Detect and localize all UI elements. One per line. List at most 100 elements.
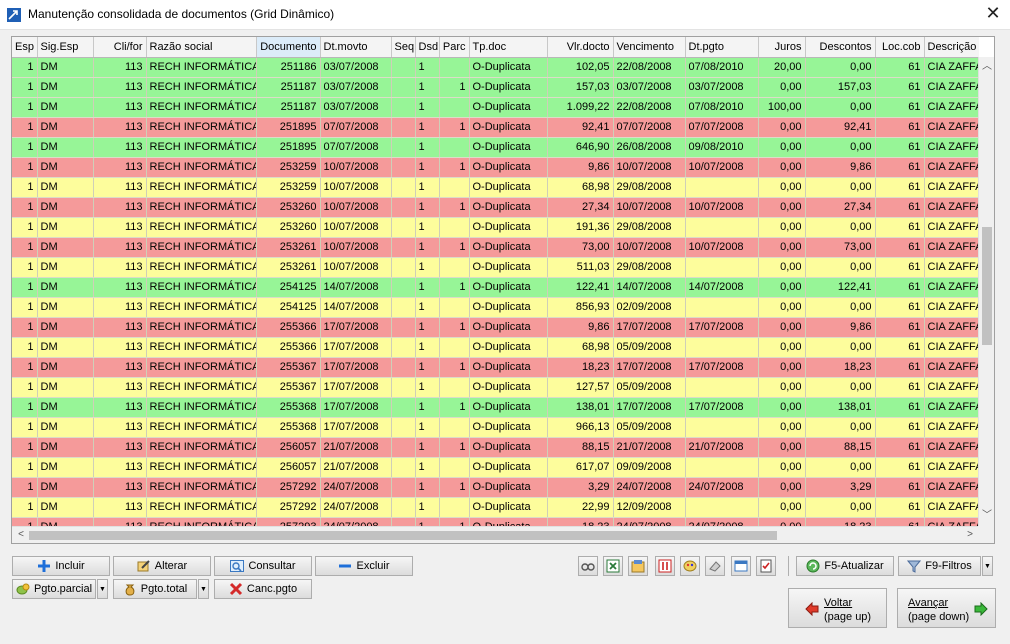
table-cell: 03/07/2008	[320, 97, 392, 118]
table-row[interactable]: 1 DM 113 RECH INFORMÁTICA 255367 17/07/2008 1 1…	[12, 357, 979, 378]
column-header-dsd[interactable]: Dsd	[415, 37, 440, 58]
table-cell: DM	[37, 217, 94, 238]
table-cell: 9,86	[547, 157, 614, 178]
checklist-button[interactable]	[756, 556, 776, 576]
scroll-down-icon[interactable]: ﹀	[979, 508, 994, 524]
table-cell: 0,00	[758, 117, 806, 138]
table-row[interactable]: 1 DM 113 RECH INFORMÁTICA 255366 17/07/2008 1 O…	[12, 337, 979, 358]
table-cell: CIA ZAFFA	[924, 497, 979, 518]
voltar-button[interactable]: Voltar (page up)	[788, 588, 887, 628]
clear-button[interactable]	[705, 556, 725, 576]
table-cell: CIA ZAFFA	[924, 517, 979, 526]
column-header-tp-doc[interactable]: Tp.doc	[469, 37, 548, 58]
table-cell: 17/07/2008	[320, 417, 392, 438]
table-row[interactable]: 1 DM 113 RECH INFORMÁTICA 253259 10/07/2008 1 1…	[12, 157, 979, 178]
pgto-total-button[interactable]: Pgto.total	[113, 579, 197, 599]
table-row[interactable]: 1 DM 113 RECH INFORMÁTICA 251895 07/07/2008 1 O…	[12, 137, 979, 158]
table-row[interactable]: 1 DM 113 RECH INFORMÁTICA 256057 21/07/2008 1 1…	[12, 437, 979, 458]
sort-button[interactable]	[655, 556, 675, 576]
column-header-parc[interactable]: Parc	[439, 37, 470, 58]
column-header-loc-cob[interactable]: Loc.cob	[875, 37, 925, 58]
table-row[interactable]: 1 DM 113 RECH INFORMÁTICA 257292 24/07/2008 1 O…	[12, 497, 979, 518]
table-row[interactable]: 1 DM 113 RECH INFORMÁTICA 256057 21/07/2008 1 O…	[12, 457, 979, 478]
column-header-juros[interactable]: Juros	[758, 37, 806, 58]
excel-icon	[606, 559, 620, 573]
column-header-dt-pgto[interactable]: Dt.pgto	[685, 37, 759, 58]
horizontal-scrollbar[interactable]: < >	[12, 526, 979, 543]
incluir-button[interactable]: Incluir	[12, 556, 110, 576]
vertical-scrollbar[interactable]: ︿ ﹀	[978, 57, 994, 526]
table-row[interactable]: 1 DM 113 RECH INFORMÁTICA 253259 10/07/2008 1 O…	[12, 177, 979, 198]
filtros-button[interactable]: F9-Filtros	[898, 556, 981, 576]
table-cell: 251186	[256, 57, 321, 78]
excluir-button[interactable]: Excluir	[315, 556, 413, 576]
column-header-cli-for[interactable]: Cli/for	[93, 37, 147, 58]
highlight-button[interactable]	[680, 556, 700, 576]
scroll-left-icon[interactable]: <	[13, 527, 29, 543]
table-row[interactable]: 1 DM 113 RECH INFORMÁTICA 255367 17/07/2008 1 O…	[12, 377, 979, 398]
table-cell	[439, 257, 470, 278]
table-cell: 1	[415, 377, 440, 398]
column-header-vencimento[interactable]: Vencimento	[613, 37, 686, 58]
atualizar-button[interactable]: F5-Atualizar	[796, 556, 894, 576]
column-header-dt-movto[interactable]: Dt.movto	[320, 37, 392, 58]
table-cell: 14/07/2008	[320, 297, 392, 318]
column-header-sig-esp[interactable]: Sig.Esp	[37, 37, 94, 58]
table-cell: 1	[439, 357, 470, 378]
table-row[interactable]: 1 DM 113 RECH INFORMÁTICA 254125 14/07/2008 1 O…	[12, 297, 979, 318]
scroll-right-icon[interactable]: >	[962, 527, 978, 543]
pgto-parcial-dropdown[interactable]: ▼	[97, 579, 108, 599]
table-row[interactable]: 1 DM 113 RECH INFORMÁTICA 255368 17/07/2008 1 O…	[12, 417, 979, 438]
window-button[interactable]	[731, 556, 751, 576]
table-row[interactable]: 1 DM 113 RECH INFORMÁTICA 253260 10/07/2008 1 1…	[12, 197, 979, 218]
table-cell: 1	[12, 97, 38, 118]
column-header-descricao[interactable]: Descrição	[924, 37, 979, 58]
column-header-razao-social[interactable]: Razão social	[146, 37, 257, 58]
table-row[interactable]: 1 DM 113 RECH INFORMÁTICA 251186 03/07/2008 1 O…	[12, 57, 979, 78]
view-icon-button[interactable]	[578, 556, 598, 576]
column-header-seq[interactable]: Seq	[391, 37, 416, 58]
table-cell: 61	[875, 97, 925, 118]
pgto-parcial-button[interactable]: Pgto.parcial	[12, 579, 96, 599]
table-cell: RECH INFORMÁTICA	[146, 437, 257, 458]
scroll-up-icon[interactable]: ︿	[979, 59, 994, 75]
report-button[interactable]	[628, 556, 648, 576]
table-cell: 0,00	[758, 137, 806, 158]
table-row[interactable]: 1 DM 113 RECH INFORMÁTICA 253261 10/07/2008 1 O…	[12, 257, 979, 278]
alterar-button[interactable]: Alterar	[113, 556, 211, 576]
close-button[interactable]: ✕	[976, 0, 1010, 28]
table-cell: 1	[12, 457, 38, 478]
table-row[interactable]: 1 DM 113 RECH INFORMÁTICA 251187 03/07/2008 1 O…	[12, 97, 979, 118]
table-row[interactable]: 1 DM 113 RECH INFORMÁTICA 255366 17/07/2008 1 1…	[12, 317, 979, 338]
avancar-button[interactable]: Avançar (page down)	[897, 588, 996, 628]
canc-pgto-button[interactable]: Canc.pgto	[214, 579, 312, 599]
column-header-vlr-docto[interactable]: Vlr.docto	[547, 37, 614, 58]
table-cell: DM	[37, 237, 94, 258]
table-cell: CIA ZAFFA	[924, 237, 979, 258]
table-row[interactable]: 1 DM 113 RECH INFORMÁTICA 255368 17/07/2008 1 1…	[12, 397, 979, 418]
table-cell: 61	[875, 157, 925, 178]
table-cell: 18,23	[805, 357, 876, 378]
table-cell: 1	[439, 237, 470, 258]
column-header-descontos[interactable]: Descontos	[805, 37, 876, 58]
table-row[interactable]: 1 DM 113 RECH INFORMÁTICA 251895 07/07/2008 1 1…	[12, 117, 979, 138]
table-row[interactable]: 1 DM 113 RECH INFORMÁTICA 253261 10/07/2008 1 1…	[12, 237, 979, 258]
table-row[interactable]: 1 DM 113 RECH INFORMÁTICA 254125 14/07/2008 1 1…	[12, 277, 979, 298]
filtros-dropdown[interactable]: ▼	[982, 556, 993, 576]
export-excel-button[interactable]	[603, 556, 623, 576]
table-row[interactable]: 1 DM 113 RECH INFORMÁTICA 251187 03/07/2008 1 1…	[12, 77, 979, 98]
checklist-icon	[760, 559, 772, 573]
window-icon	[734, 560, 748, 572]
table-cell: 17/07/2008	[685, 397, 759, 418]
consultar-button[interactable]: Consultar	[214, 556, 312, 576]
table-row[interactable]: 1 DM 113 RECH INFORMÁTICA 257292 24/07/2008 1 1…	[12, 477, 979, 498]
column-header-esp[interactable]: Esp	[12, 37, 38, 58]
table-row[interactable]: 1DM113RECH INFORMÁTICA25729324/07/200811…	[12, 517, 979, 526]
vertical-scroll-thumb[interactable]	[982, 227, 992, 345]
horizontal-scroll-thumb[interactable]	[29, 531, 777, 540]
table-row[interactable]: 1 DM 113 RECH INFORMÁTICA 253260 10/07/2008 1 O…	[12, 217, 979, 238]
pgto-total-dropdown[interactable]: ▼	[198, 579, 209, 599]
table-cell: 17/07/2008	[613, 317, 686, 338]
column-header-documento[interactable]: Documento	[256, 37, 321, 58]
table-cell: RECH INFORMÁTICA	[146, 477, 257, 498]
